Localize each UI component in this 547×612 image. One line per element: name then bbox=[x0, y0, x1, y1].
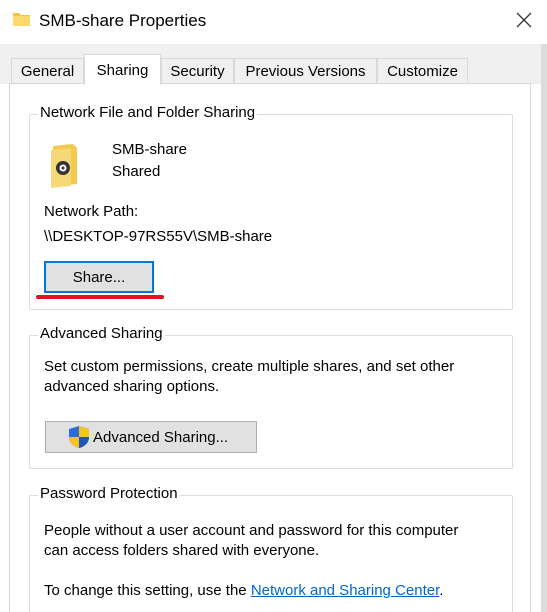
network-path-label: Network Path: bbox=[44, 203, 139, 220]
tab-security[interactable]: Security bbox=[161, 58, 234, 84]
tab-previous-versions[interactable]: Previous Versions bbox=[234, 58, 377, 84]
change-setting-prefix: To change this setting, use the bbox=[44, 582, 251, 599]
shared-folder-icon bbox=[49, 142, 85, 192]
tab-previous-versions-label: Previous Versions bbox=[245, 63, 366, 80]
tab-security-label: Security bbox=[170, 63, 225, 80]
network-sharing-group-label: Network File and Folder Sharing bbox=[38, 104, 258, 121]
window-title: SMB-share Properties bbox=[39, 11, 207, 30]
change-setting-suffix: . bbox=[439, 582, 444, 599]
tab-sharing[interactable]: Sharing bbox=[84, 54, 161, 85]
tab-customize[interactable]: Customize bbox=[377, 58, 468, 84]
password-protection-group: Password Protection People without a use… bbox=[29, 485, 513, 612]
title-bar: SMB-share Properties bbox=[0, 0, 547, 44]
sharing-panel: Network File and Folder Sharing SMB-shar… bbox=[9, 83, 531, 612]
tab-strip: General Sharing Security Previous Versio… bbox=[0, 44, 541, 85]
advanced-sharing-button[interactable]: Advanced Sharing... bbox=[45, 421, 257, 453]
network-path-value: \\DESKTOP-97RS55V\SMB-share bbox=[44, 228, 273, 245]
tab-customize-label: Customize bbox=[387, 63, 458, 80]
advanced-sharing-group-label: Advanced Sharing bbox=[38, 325, 165, 342]
advanced-sharing-button-label: Advanced Sharing... bbox=[93, 428, 229, 446]
password-description-2: can access folders shared with everyone. bbox=[44, 542, 320, 559]
close-icon bbox=[516, 12, 532, 32]
change-setting-text: To change this setting, use the Network … bbox=[44, 582, 443, 599]
share-button[interactable]: Share... bbox=[44, 261, 154, 293]
network-sharing-group: Network File and Folder Sharing SMB-shar… bbox=[29, 104, 513, 310]
folder-name: SMB-share bbox=[112, 141, 188, 158]
tab-sharing-label: Sharing bbox=[96, 61, 149, 79]
advanced-sharing-description-2: advanced sharing options. bbox=[44, 378, 220, 395]
network-sharing-center-link[interactable]: Network and Sharing Center bbox=[251, 582, 439, 599]
close-button[interactable] bbox=[501, 0, 547, 44]
annotation-underline-share bbox=[36, 295, 164, 299]
password-description-1: People without a user account and passwo… bbox=[44, 522, 459, 539]
folder-icon bbox=[13, 11, 31, 31]
password-protection-group-label: Password Protection bbox=[38, 485, 180, 502]
folder-status: Shared bbox=[112, 163, 161, 180]
uac-shield-icon bbox=[67, 425, 91, 449]
window-edge bbox=[541, 44, 547, 612]
advanced-sharing-group: Advanced Sharing Set custom permissions,… bbox=[29, 325, 513, 469]
share-button-label: Share... bbox=[72, 268, 126, 286]
tab-general-label: General bbox=[20, 63, 75, 80]
advanced-sharing-description-1: Set custom permissions, create multiple … bbox=[44, 358, 455, 375]
tab-general[interactable]: General bbox=[11, 58, 84, 84]
